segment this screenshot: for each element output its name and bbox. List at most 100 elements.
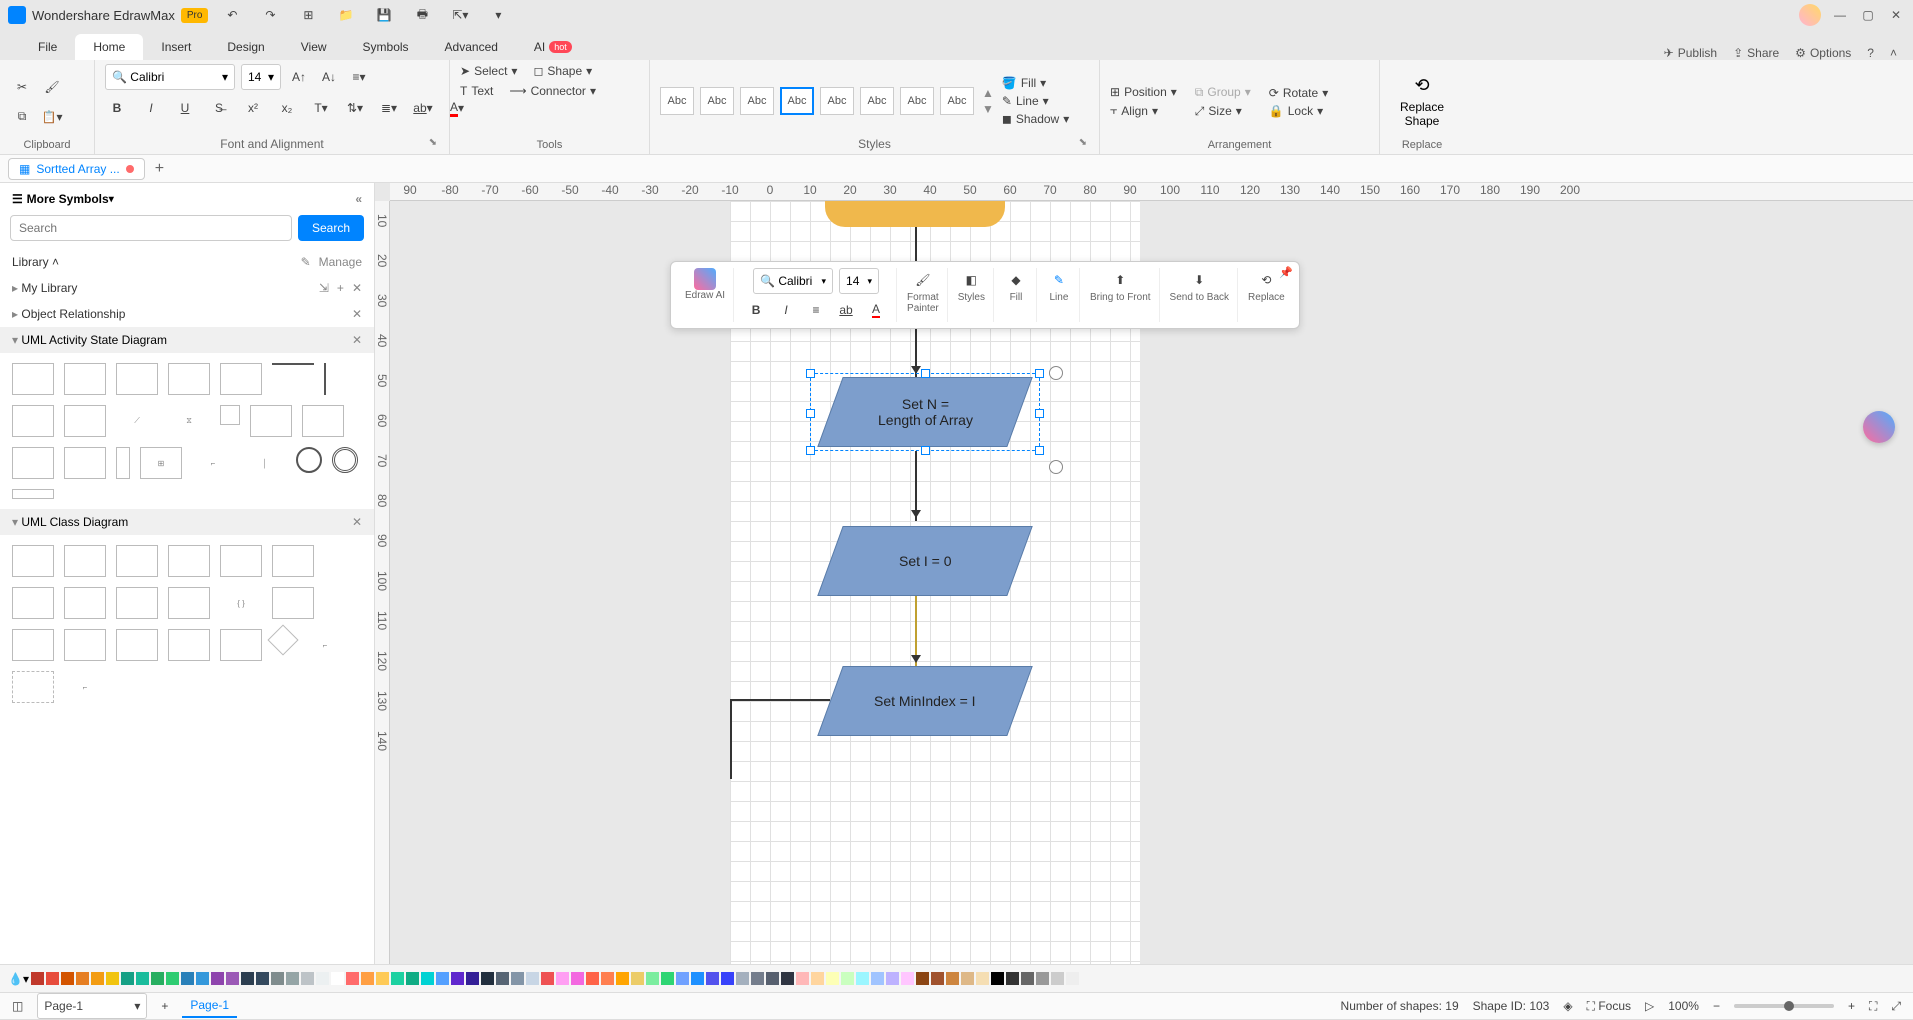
color-swatch[interactable] xyxy=(376,972,389,985)
shape-thumb[interactable] xyxy=(220,363,262,395)
color-swatch[interactable] xyxy=(706,972,719,985)
rotation-handle[interactable] xyxy=(1049,366,1063,380)
shape-thumb[interactable]: ⌐ xyxy=(304,629,346,661)
connector-arrow[interactable] xyxy=(915,451,917,521)
shape-thumb[interactable] xyxy=(168,363,210,395)
color-swatch[interactable] xyxy=(61,972,74,985)
color-swatch[interactable] xyxy=(391,972,404,985)
connector-arrow[interactable] xyxy=(915,596,917,666)
eyedropper-icon[interactable]: 💧▾ xyxy=(8,972,29,986)
shape-thumb[interactable] xyxy=(116,629,158,661)
color-swatch[interactable] xyxy=(151,972,164,985)
shape-thumb[interactable]: ⌐ xyxy=(192,447,234,479)
flowchart-data-shape[interactable]: Set I = 0 xyxy=(817,526,1032,596)
shape-thumb[interactable] xyxy=(12,545,54,577)
float-styles-icon[interactable]: ◧ xyxy=(959,268,983,292)
float-size-select[interactable]: 14▾ xyxy=(839,268,879,294)
subscript-icon[interactable]: x₂ xyxy=(275,96,299,120)
zoom-slider[interactable] xyxy=(1734,1004,1834,1008)
color-swatch[interactable] xyxy=(166,972,179,985)
paste-icon[interactable]: 📋▾ xyxy=(40,105,64,129)
shape-thumb[interactable]: │ xyxy=(244,447,286,479)
pin-icon[interactable]: 📌 xyxy=(1279,266,1293,279)
shape-thumb[interactable]: ⧖ xyxy=(168,405,210,437)
uml-activity-section[interactable]: ▾ UML Activity State Diagram ✕ xyxy=(0,327,374,353)
object-relationship-item[interactable]: Object Relationship xyxy=(21,307,125,321)
format-painter-icon[interactable]: 🖌 xyxy=(40,75,64,99)
increase-font-icon[interactable]: A↑ xyxy=(287,65,311,89)
add-page-icon[interactable]: + xyxy=(161,999,168,1013)
collapse-ribbon-icon[interactable]: ˄ xyxy=(1890,46,1897,60)
edit-icon[interactable]: ✎ xyxy=(301,255,311,269)
shape-thumb[interactable]: ⊞ xyxy=(140,447,182,479)
color-swatch[interactable] xyxy=(316,972,329,985)
color-swatch[interactable] xyxy=(751,972,764,985)
shape-thumb[interactable] xyxy=(332,447,358,473)
color-swatch[interactable] xyxy=(466,972,479,985)
zoom-in-icon[interactable]: + xyxy=(1848,999,1855,1013)
color-swatch[interactable] xyxy=(286,972,299,985)
shape-thumb[interactable] xyxy=(64,447,106,479)
color-swatch[interactable] xyxy=(691,972,704,985)
shape-thumb[interactable]: ⌐ xyxy=(64,671,106,703)
ai-logo-icon[interactable] xyxy=(694,268,716,290)
color-swatch[interactable] xyxy=(931,972,944,985)
float-color-icon[interactable]: A xyxy=(864,298,888,322)
shape-thumb[interactable] xyxy=(116,363,158,395)
tab-ai[interactable]: AI hot xyxy=(516,34,590,60)
open-icon[interactable]: 📁 xyxy=(334,3,358,27)
resize-handle[interactable] xyxy=(806,369,815,378)
bold-icon[interactable]: B xyxy=(105,96,129,120)
tab-design[interactable]: Design xyxy=(209,34,282,60)
color-swatch[interactable] xyxy=(331,972,344,985)
play-icon[interactable]: ▷ xyxy=(1645,999,1654,1013)
color-swatch[interactable] xyxy=(406,972,419,985)
color-swatch[interactable] xyxy=(976,972,989,985)
maximize-icon[interactable]: ▢ xyxy=(1859,6,1877,24)
ai-side-button[interactable] xyxy=(1863,411,1895,443)
shape-thumb[interactable] xyxy=(296,447,322,473)
superscript-icon[interactable]: x² xyxy=(241,96,265,120)
shape-thumb[interactable] xyxy=(267,624,298,655)
shape-thumb[interactable] xyxy=(116,587,158,619)
color-swatch[interactable] xyxy=(781,972,794,985)
shape-thumb[interactable]: { } xyxy=(220,587,262,619)
action-handle[interactable] xyxy=(1049,460,1063,474)
shape-thumb[interactable] xyxy=(272,545,314,577)
replace-shape-button[interactable]: ⟲ Replace Shape xyxy=(1390,75,1454,128)
group-button[interactable]: ⧉Group▾ xyxy=(1195,85,1251,100)
style-preset-4[interactable]: Abc xyxy=(780,87,814,115)
focus-button[interactable]: ⛶ Focus xyxy=(1587,999,1631,1014)
shape-thumb[interactable] xyxy=(250,405,292,437)
float-highlight-icon[interactable]: ab xyxy=(834,298,858,322)
style-preset-8[interactable]: Abc xyxy=(940,87,974,115)
cut-icon[interactable]: ✂ xyxy=(10,75,34,99)
color-swatch[interactable] xyxy=(916,972,929,985)
float-bold-icon[interactable]: B xyxy=(744,298,768,322)
color-swatch[interactable] xyxy=(811,972,824,985)
color-swatch[interactable] xyxy=(1066,972,1079,985)
float-line-icon[interactable]: ✎ xyxy=(1047,268,1071,292)
style-preset-7[interactable]: Abc xyxy=(900,87,934,115)
scroll-down-icon[interactable]: ▼ xyxy=(982,102,994,116)
shape-thumb[interactable]: ⟋ xyxy=(116,405,158,437)
italic-icon[interactable]: I xyxy=(139,96,163,120)
shape-thumb[interactable] xyxy=(116,545,158,577)
document-tab[interactable]: ▦ Sortted Array ... xyxy=(8,158,145,180)
color-swatch[interactable] xyxy=(346,972,359,985)
color-swatch[interactable] xyxy=(496,972,509,985)
layers-icon[interactable]: ◈ xyxy=(1563,999,1572,1013)
color-swatch[interactable] xyxy=(961,972,974,985)
color-swatch[interactable] xyxy=(871,972,884,985)
size-button[interactable]: ⤢Size▾ xyxy=(1195,104,1251,119)
color-swatch[interactable] xyxy=(601,972,614,985)
shape-thumb[interactable] xyxy=(64,587,106,619)
publish-button[interactable]: ✈Publish xyxy=(1664,46,1717,60)
color-swatch[interactable] xyxy=(76,972,89,985)
help-icon[interactable]: ? xyxy=(1867,46,1874,60)
shape-thumb[interactable] xyxy=(324,363,328,395)
print-icon[interactable]: 🖶 xyxy=(410,3,434,27)
color-swatch[interactable] xyxy=(991,972,1004,985)
library-label[interactable]: Library xyxy=(12,255,49,269)
resize-handle[interactable] xyxy=(806,409,815,418)
